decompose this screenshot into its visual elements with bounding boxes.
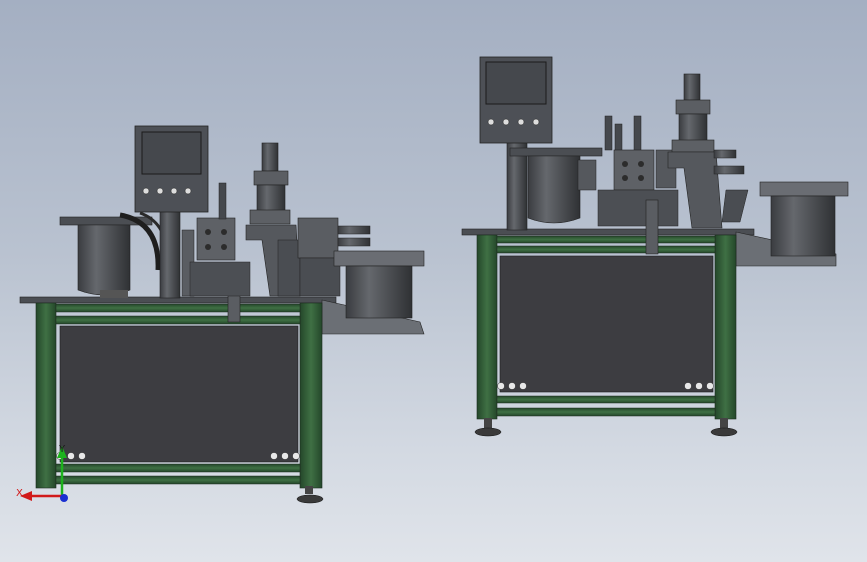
right-bowl-rim [509, 147, 603, 157]
x-axis-label: X [16, 488, 23, 499]
cad-viewport[interactable]: Y X [0, 0, 867, 562]
right-front-panel [499, 255, 714, 393]
left-frame-post-right [299, 302, 323, 489]
right-press-cylinder-top [683, 73, 701, 101]
z-axis-icon [60, 494, 68, 502]
right-frame-post-right [714, 234, 737, 420]
y-axis-label: Y [58, 444, 66, 455]
coordinate-triad: Y X [16, 444, 68, 502]
right-hopper-rim [759, 181, 849, 197]
left-machine [19, 125, 425, 504]
right-hopper [770, 195, 836, 257]
left-control-column [159, 209, 181, 299]
right-table-top [461, 228, 755, 236]
left-frame-rail-bottom [55, 463, 301, 473]
right-valve-block [613, 149, 655, 191]
left-front-panel [59, 325, 299, 463]
right-bowl [527, 155, 581, 224]
left-hopper [345, 265, 413, 319]
left-frame-rail-top [55, 303, 301, 313]
left-control-screen [141, 131, 202, 175]
right-frame-post-left [476, 234, 498, 420]
left-hopper-rim [333, 250, 425, 267]
left-frame-rail-top2 [55, 315, 301, 325]
cad-model-view[interactable] [0, 0, 867, 562]
left-valve-block [196, 217, 236, 261]
left-frame-rail-bottom2 [55, 475, 301, 485]
left-press-cylinder-top [261, 142, 279, 172]
left-bowl [77, 224, 131, 296]
right-control-screen [485, 61, 547, 105]
right-machine [461, 56, 849, 437]
